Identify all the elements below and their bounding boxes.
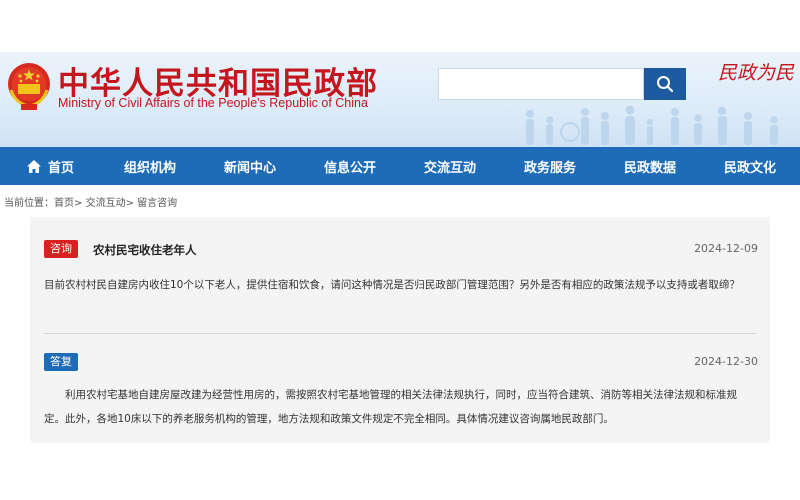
reply-tag: 答复 bbox=[44, 353, 78, 371]
nav-item-label: 民政数据 bbox=[623, 160, 676, 176]
reply-body: 利用农村宅基地自建房屋改建为经营性用房的，需按照农村宅基地管理的相关法律法规执行… bbox=[44, 389, 737, 425]
nav-item-culture[interactable]: 民政文化 bbox=[700, 147, 800, 185]
question-title: 农村民宅收住老年人 bbox=[93, 243, 197, 257]
divider bbox=[44, 333, 756, 334]
breadcrumb-separator: > bbox=[125, 198, 134, 209]
nav-item-organization[interactable]: 组织机构 bbox=[100, 147, 200, 185]
home-icon bbox=[26, 159, 42, 174]
search-icon bbox=[657, 76, 674, 93]
question-date: 2024-12-09 bbox=[694, 242, 758, 255]
nav-item-label: 交流互动 bbox=[423, 160, 476, 176]
nav-item-label: 信息公开 bbox=[323, 160, 376, 176]
national-emblem-icon bbox=[8, 63, 50, 110]
nav-item-label: 民政文化 bbox=[723, 160, 776, 176]
main-nav: 首页 组织机构 新闻中心 信息公开 交流互动 政务服务 民政数据 民政文化 bbox=[0, 147, 800, 185]
page: 中华人民共和国民政部 Ministry of Civil Affairs of … bbox=[0, 0, 800, 500]
breadcrumb: 当前位置：首页> 交流互动> 留言咨询 bbox=[4, 194, 177, 209]
nav-item-news[interactable]: 新闻中心 bbox=[200, 147, 300, 185]
question-body: 目前农村村民自建房内收住10个以下老人，提供住宿和饮食，请问这种情况是否归民政部… bbox=[44, 279, 740, 291]
people-silhouettes-decoration bbox=[526, 105, 778, 145]
consultation-panel: 咨询 农村民宅收住老年人 2024-12-09 目前农村村民自建房内收住10个以… bbox=[30, 217, 770, 443]
breadcrumb-separator: > bbox=[74, 198, 83, 209]
breadcrumb-interaction-link[interactable]: 交流互动 bbox=[86, 198, 126, 209]
search-input[interactable] bbox=[439, 69, 643, 99]
search-button[interactable] bbox=[644, 68, 686, 100]
breadcrumb-home-link[interactable]: 首页 bbox=[54, 198, 74, 209]
nav-item-home[interactable]: 首页 bbox=[0, 147, 100, 185]
consult-tag: 咨询 bbox=[44, 240, 78, 258]
nav-item-services[interactable]: 政务服务 bbox=[500, 147, 600, 185]
nav-item-label: 首页 bbox=[47, 160, 74, 176]
nav-item-data[interactable]: 民政数据 bbox=[600, 147, 700, 185]
site-title-en: Ministry of Civil Affairs of the People'… bbox=[58, 96, 368, 110]
nav-item-label: 组织机构 bbox=[123, 160, 176, 176]
nav-item-interaction[interactable]: 交流互动 bbox=[400, 147, 500, 185]
breadcrumb-consult-link[interactable]: 留言咨询 bbox=[137, 198, 177, 209]
reply-date: 2024-12-30 bbox=[694, 355, 758, 368]
nav-item-label: 政务服务 bbox=[523, 160, 576, 176]
breadcrumb-prefix: 当前位置： bbox=[4, 198, 54, 209]
nav-item-label: 新闻中心 bbox=[223, 160, 276, 176]
slogan-calligraphy: 民政为民 民 bbox=[718, 62, 800, 84]
site-header: 中华人民共和国民政部 Ministry of Civil Affairs of … bbox=[0, 52, 800, 147]
nav-item-info-disclosure[interactable]: 信息公开 bbox=[300, 147, 400, 185]
search-box bbox=[438, 68, 644, 100]
